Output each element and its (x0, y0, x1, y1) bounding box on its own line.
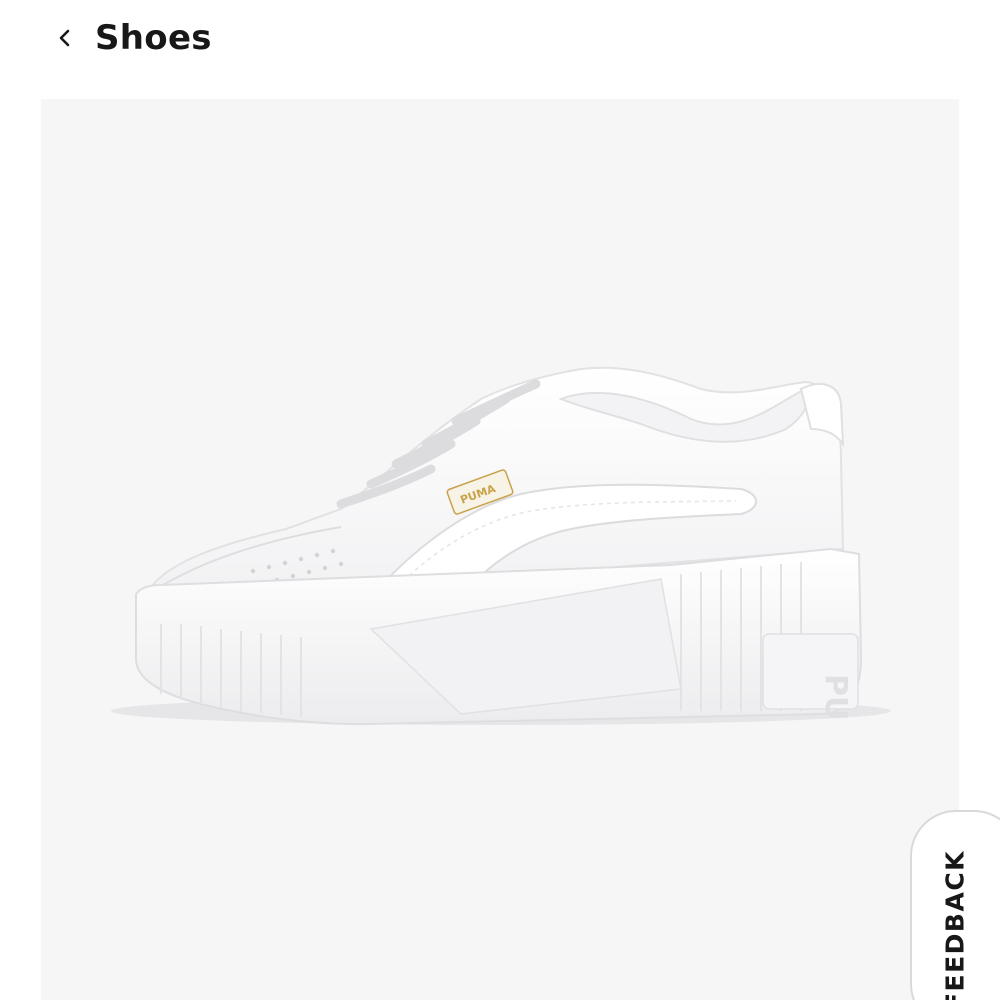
product-image[interactable]: PUMA PU (41, 99, 959, 1000)
back-to-shoes-link[interactable]: Shoes (55, 12, 212, 64)
sole-logo-text: PU (818, 674, 853, 720)
product-page: Shoes PUMA PU FEEDBACK (0, 0, 1000, 1000)
product-image-panel: PUMA PU (41, 99, 959, 1000)
page-header: Shoes (0, 0, 1000, 80)
feedback-tab-label: FEEDBACK (940, 849, 970, 1000)
chevron-left-icon (59, 29, 70, 47)
back-link-label: Shoes (95, 18, 212, 58)
